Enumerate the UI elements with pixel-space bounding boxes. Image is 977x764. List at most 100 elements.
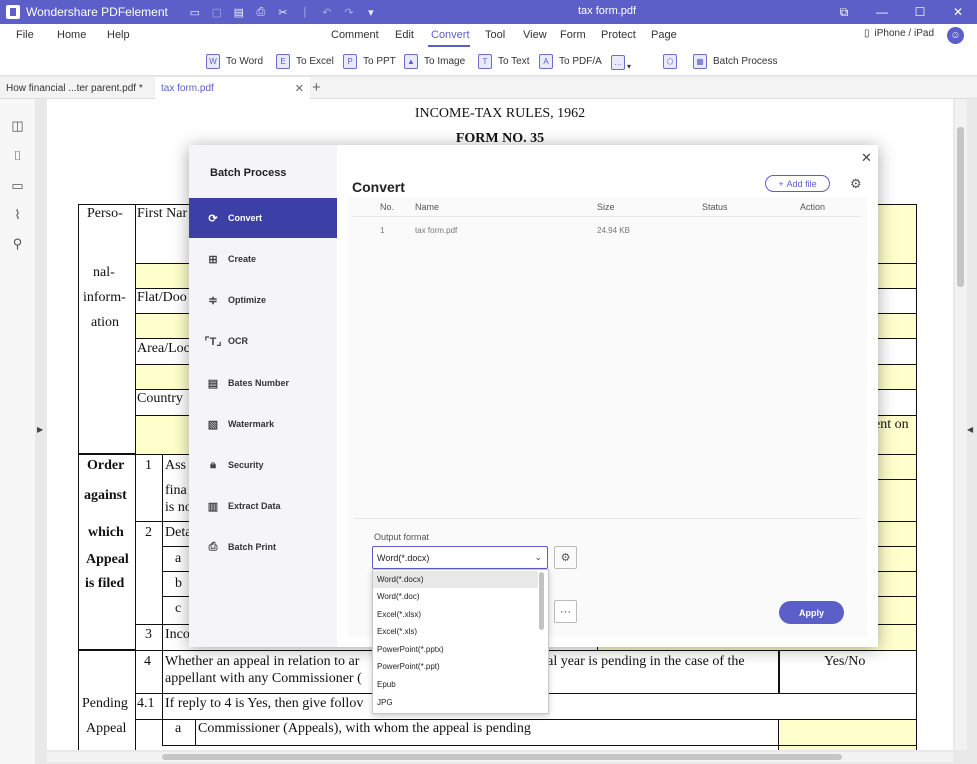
apply-button[interactable]: Apply <box>779 601 844 624</box>
menu-view[interactable]: View <box>523 29 547 41</box>
save-icon[interactable]: ▢ <box>206 0 228 24</box>
account-avatar-icon[interactable]: ☺ <box>947 27 964 44</box>
search-icon[interactable]: ⚲ <box>9 235 26 252</box>
dropdown-scrollbar[interactable] <box>539 572 544 630</box>
to-word-button[interactable]: W To Word <box>206 54 263 69</box>
scroll-thumb[interactable] <box>957 127 964 287</box>
more-formats-button[interactable]: … ▾ <box>611 54 631 71</box>
flat-text: Flat/Doo <box>137 290 187 305</box>
sidebar-item-label: Convert <box>228 213 263 223</box>
minimize-button[interactable]: — <box>863 0 901 24</box>
sidebar-item-label: Bates Number <box>228 378 290 388</box>
sidebar-item-watermark[interactable]: ▧ Watermark <box>189 404 337 444</box>
dialog-title: Batch Process <box>210 167 287 179</box>
sidebar-item-batch-print[interactable]: ⎙ Batch Print <box>189 527 337 567</box>
quick-access-menu-icon[interactable]: ▾ <box>360 0 382 24</box>
menu-edit[interactable]: Edit <box>395 29 414 41</box>
to-ppt-button[interactable]: P To PPT <box>343 54 396 69</box>
form-field[interactable] <box>778 719 917 746</box>
plus-icon: + <box>778 178 784 189</box>
format-option[interactable]: Epub <box>373 676 538 693</box>
file-name[interactable]: tax form.pdf <box>415 226 457 235</box>
menu-convert[interactable]: Convert <box>431 29 470 41</box>
batch-process-button[interactable]: ▦ Batch Process <box>693 54 777 69</box>
menu-home[interactable]: Home <box>57 29 86 41</box>
to-pdfa-button[interactable]: A To PDF/A <box>539 54 602 69</box>
active-menu-underline <box>428 45 470 47</box>
save-as-icon[interactable]: ▤ <box>228 0 250 24</box>
vertical-scrollbar[interactable] <box>955 99 967 750</box>
to-excel-label: To Excel <box>296 56 334 67</box>
sub-b-text: b <box>175 576 182 591</box>
new-tab-icon[interactable]: + <box>312 79 321 96</box>
expand-left-panel-icon[interactable]: ▶ <box>37 425 43 434</box>
ation-text: ation <box>91 315 119 330</box>
format-option[interactable]: Word(*.doc) <box>373 588 538 605</box>
output-format-value: Word(*.docx) <box>377 552 430 563</box>
to-image-button[interactable]: ▲ To Image <box>404 54 465 69</box>
scissors-icon[interactable]: ✂ <box>272 0 294 24</box>
sidebar-item-ocr[interactable]: ⌜T⌟ OCR <box>189 321 337 361</box>
close-tab-icon[interactable]: ✕ <box>295 82 304 95</box>
attachment-icon[interactable]: ⌇ <box>9 206 26 223</box>
column-header: Action <box>800 202 826 212</box>
sidebar-item-bates-number[interactable]: ▤ Bates Number <box>189 363 337 403</box>
print-icon[interactable]: ⎙ <box>250 0 272 24</box>
format-option[interactable]: Excel(*.xls) <box>373 623 538 640</box>
section-title: Convert <box>352 179 405 195</box>
sidebar-item-extract-data[interactable]: ▥ Extract Data <box>189 486 337 526</box>
open-folder-icon[interactable]: ▭ <box>184 0 206 24</box>
menu-file[interactable]: File <box>16 29 34 41</box>
tab-financial[interactable]: How financial ...ter parent.pdf * <box>0 77 152 99</box>
bates-number-icon: ▤ <box>207 377 219 390</box>
format-option[interactable]: Excel(*.xlsx) <box>373 606 538 623</box>
sidebar-item-create[interactable]: ⊞ Create <box>189 239 337 279</box>
redo-icon[interactable]: ↷ <box>338 0 360 24</box>
horizontal-scrollbar[interactable] <box>47 752 953 762</box>
sidebar-item-optimize[interactable]: ≑ Optimize <box>189 280 337 320</box>
format-option[interactable]: PowerPoint(*.pptx) <box>373 641 538 658</box>
add-file-button[interactable]: + Add file <box>765 175 830 192</box>
format-option[interactable]: PowerPoint(*.ppt) <box>373 658 538 675</box>
document-title: tax form.pdf <box>578 5 637 17</box>
to-text-button[interactable]: T To Text <box>478 54 530 69</box>
sidebar-item-convert[interactable]: ⟳ Convert <box>189 198 337 238</box>
to-excel-button[interactable]: E To Excel <box>276 54 334 69</box>
close-window-button[interactable]: ✕ <box>939 0 977 24</box>
form-heading: INCOME-TAX RULES, 1962 <box>414 106 586 121</box>
menu-help[interactable]: Help <box>107 29 130 41</box>
close-dialog-icon[interactable]: ✕ <box>861 150 872 166</box>
menu-form[interactable]: Form <box>560 29 586 41</box>
maximize-button[interactable]: ☐ <box>901 0 939 24</box>
thumbnails-icon[interactable]: ◫ <box>9 117 26 134</box>
batch-process-icon: ▦ <box>693 54 707 69</box>
format-option[interactable]: JPG <box>373 694 538 711</box>
format-settings-button[interactable]: ⚙ <box>554 546 577 569</box>
undo-icon[interactable]: ↶ <box>316 0 338 24</box>
menu-protect[interactable]: Protect <box>601 29 636 41</box>
refresh-icon: ⟳ <box>208 212 218 225</box>
phone-icon: ▯ <box>864 28 870 39</box>
person-settings-icon[interactable]: ⚙ <box>850 176 862 192</box>
format-option[interactable]: Word(*.docx) <box>373 571 538 588</box>
ocr-hex-button[interactable]: ⬡ <box>663 54 677 69</box>
convert-toolbar: W To Word E To Excel P To PPT ▲ To Image T To… <box>0 48 977 76</box>
sidebar-item-security[interactable]: 🔒︎ Security <box>189 445 337 485</box>
order-text: Order <box>87 458 125 473</box>
menu-comment[interactable]: Comment <box>331 29 379 41</box>
bookmark-icon[interactable]: ⌷ <box>9 147 26 164</box>
appeal2-text: Appeal <box>86 721 127 736</box>
comment-icon[interactable]: ▭ <box>9 177 26 194</box>
device-link[interactable]: ▯ iPhone / iPad <box>864 28 934 39</box>
output-folder-button[interactable]: ··· <box>554 600 577 623</box>
menu-page[interactable]: Page <box>651 29 677 41</box>
scroll-thumb[interactable] <box>162 754 842 760</box>
screen-share-icon[interactable]: ⧉ <box>825 0 863 24</box>
expand-right-panel-icon[interactable]: ◀ <box>967 425 973 434</box>
tab-tax-form[interactable]: tax form.pdf ✕ <box>155 77 310 99</box>
hexagon-icon: ⬡ <box>663 54 677 69</box>
format-dropdown: Word(*.docx) Word(*.doc) Excel(*.xlsx) E… <box>372 569 549 714</box>
output-format-select[interactable]: Word(*.docx) ⌄ <box>372 546 548 569</box>
menu-tool[interactable]: Tool <box>485 29 505 41</box>
form-field[interactable] <box>778 745 917 750</box>
